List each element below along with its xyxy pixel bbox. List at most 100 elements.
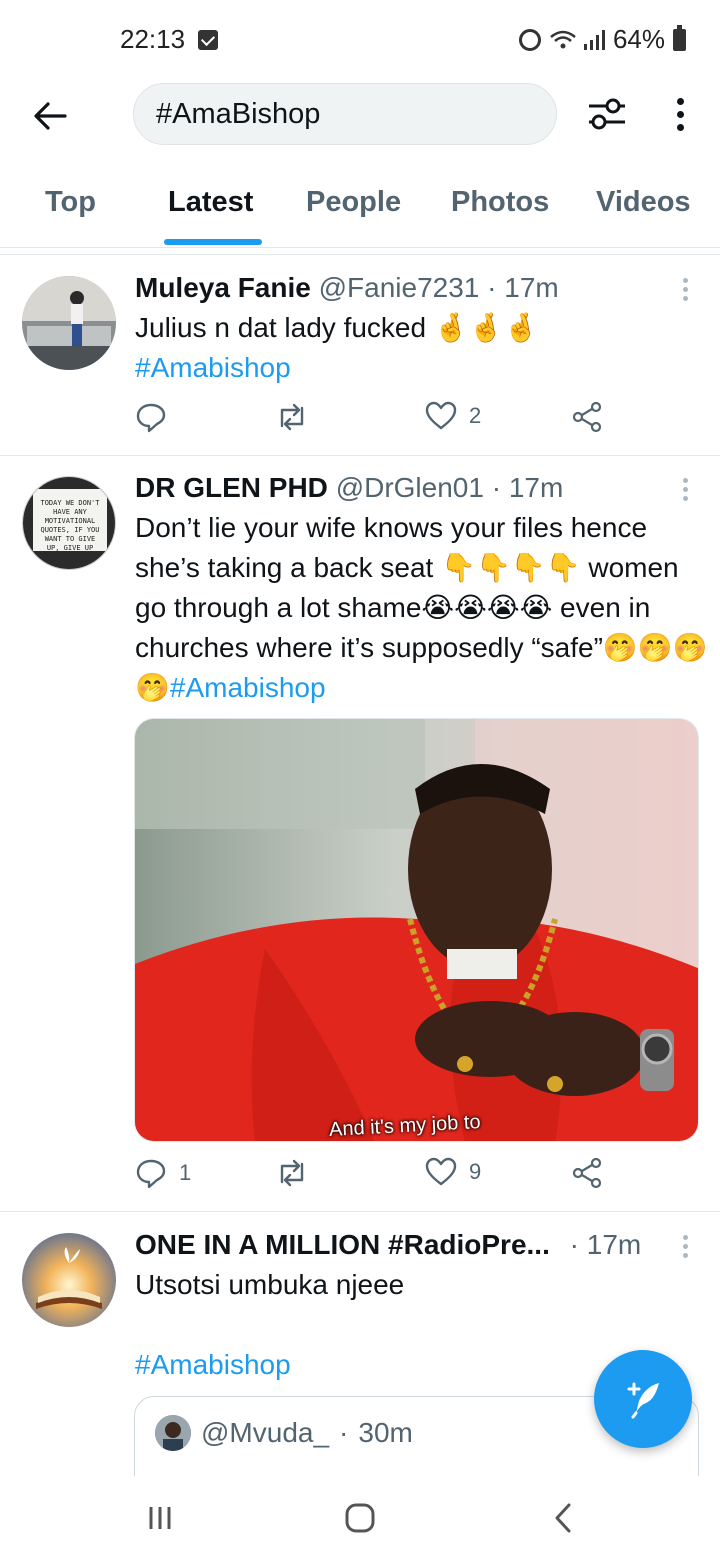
- avatar[interactable]: TODAY WE DON'T HAVE ANY MOTIVATIONAL QUO…: [22, 476, 116, 570]
- tweet-time: 17m: [508, 472, 564, 503]
- chevron-left-icon: [555, 1503, 571, 1533]
- reply-button[interactable]: [135, 401, 179, 433]
- divider: [0, 254, 720, 255]
- hashtag-link[interactable]: #Amabishop: [170, 672, 326, 703]
- status-bar: 22:13 64%: [0, 0, 720, 80]
- search-filter-button[interactable]: [583, 92, 631, 136]
- separator: ·: [491, 472, 502, 503]
- tweet-author-handle[interactable]: @DrGlen01: [336, 472, 484, 503]
- share-button[interactable]: [571, 1157, 603, 1189]
- more-vertical-icon: [683, 478, 688, 483]
- back-arrow-icon: [34, 102, 67, 130]
- tab-photos[interactable]: Photos: [451, 186, 549, 219]
- more-dot: [676, 110, 684, 118]
- compose-tweet-button[interactable]: [594, 1350, 692, 1448]
- tweet-author-name[interactable]: Muleya Fanie: [135, 272, 311, 303]
- tweet-header: DR GLEN PHD @DrGlen01 · 17m: [135, 472, 563, 504]
- like-button[interactable]: 9: [425, 1157, 481, 1187]
- tab-latest[interactable]: Latest: [168, 186, 253, 219]
- more-dot: [683, 287, 688, 292]
- home-icon: [345, 1503, 375, 1533]
- recent-apps-icon: [149, 1507, 171, 1529]
- hashtag-link[interactable]: #Amabishop: [135, 348, 705, 388]
- retweet-icon: [280, 1159, 304, 1187]
- like-count: 9: [469, 1159, 482, 1184]
- share-icon: [572, 1157, 602, 1189]
- more-vertical-icon: [683, 278, 688, 283]
- avatar[interactable]: [22, 276, 116, 370]
- reply-icon: [136, 1159, 166, 1189]
- more-options-button[interactable]: [660, 92, 700, 136]
- tweet-text-line: Utsotsi umbuka njeee: [135, 1269, 405, 1300]
- tweet-header: ONE IN A MILLION #RadioPre... · 17m: [135, 1229, 641, 1261]
- tweet-actions: 1 9: [135, 1157, 615, 1197]
- tab-top[interactable]: Top: [45, 186, 96, 219]
- tweet-more-button[interactable]: [683, 278, 688, 301]
- tweet-time: 17m: [586, 1229, 642, 1260]
- more-dot: [683, 296, 688, 301]
- heart-icon: [425, 401, 457, 430]
- reply-icon: [136, 403, 166, 433]
- quoted-author-handle: @Mvuda_: [201, 1417, 330, 1448]
- like-count: 2: [469, 403, 482, 428]
- more-dot: [683, 1244, 688, 1249]
- heart-icon: [425, 1157, 457, 1186]
- separator: ·: [339, 1417, 349, 1448]
- share-icon: [572, 401, 602, 433]
- tweet-actions: 2: [135, 401, 615, 441]
- alarm-icon: [518, 28, 541, 51]
- tweet-text-line: Julius n dat lady fucked 🤞🤞🤞: [135, 312, 539, 343]
- filter-sliders-icon: [589, 98, 625, 130]
- retweet-button[interactable]: [275, 401, 309, 433]
- status-icons: 64%: [518, 24, 686, 55]
- tweet-media-image[interactable]: And it's my job to: [134, 718, 699, 1142]
- tweet-header: Muleya Fanie @Fanie7231 · 17m: [135, 272, 559, 304]
- retweet-icon: [280, 403, 304, 431]
- active-tab-indicator: [164, 239, 262, 245]
- share-button[interactable]: [571, 401, 603, 433]
- more-dot: [683, 1253, 688, 1258]
- tab-people[interactable]: People: [306, 186, 401, 219]
- search-input[interactable]: #AmaBishop: [133, 83, 557, 145]
- compose-feather-icon: [627, 1382, 659, 1419]
- back-button[interactable]: [28, 94, 72, 138]
- search-tabs: Top Latest People Photos Videos: [0, 170, 720, 248]
- battery-percent: 64%: [612, 24, 665, 54]
- avatar-quote-text: TODAY WE DON'T HAVE ANY MOTIVATIONAL QUO…: [40, 499, 100, 552]
- separator: ·: [569, 1229, 579, 1260]
- battery-icon: [673, 24, 686, 51]
- signal-icon: [583, 29, 605, 51]
- recent-apps-button[interactable]: [140, 1498, 180, 1538]
- tweet[interactable]: Muleya Fanie @Fanie7231 · 17m Julius n d…: [0, 256, 720, 456]
- more-vertical-icon: [676, 97, 684, 105]
- separator: ·: [487, 272, 497, 303]
- reply-count: 1: [179, 1160, 192, 1185]
- check-notification-icon: [198, 30, 218, 50]
- avatar[interactable]: [22, 1233, 116, 1327]
- search-query: #AmaBishop: [156, 97, 321, 130]
- more-vertical-icon: [683, 1235, 688, 1240]
- tweet-more-button[interactable]: [683, 478, 688, 501]
- more-dot: [683, 487, 688, 492]
- home-button[interactable]: [340, 1498, 380, 1538]
- more-dot: [683, 496, 688, 501]
- tweet-author-name[interactable]: DR GLEN PHD: [135, 472, 328, 503]
- tweet-more-button[interactable]: [683, 1235, 688, 1258]
- reply-button[interactable]: 1: [135, 1157, 191, 1189]
- avatar: [155, 1415, 191, 1451]
- quoted-tweet-time: 30m: [358, 1417, 413, 1448]
- tab-videos[interactable]: Videos: [596, 186, 691, 219]
- retweet-button[interactable]: [275, 1157, 309, 1189]
- tweet-text: Julius n dat lady fucked 🤞🤞🤞 #Amabishop: [135, 308, 705, 388]
- back-nav-button[interactable]: [543, 1498, 583, 1538]
- system-navigation-bar: [0, 1476, 720, 1560]
- more-dot: [676, 123, 684, 131]
- like-button[interactable]: 2: [425, 401, 481, 431]
- tweet-text: Don’t lie your wife knows your files hen…: [135, 508, 709, 708]
- tweet-author-handle[interactable]: @Fanie7231: [319, 272, 480, 303]
- quoted-tweet-header: @Mvuda_ · 30m: [155, 1415, 413, 1451]
- tweet-author-name[interactable]: ONE IN A MILLION #RadioPre...: [135, 1229, 550, 1260]
- status-time: 22:13: [120, 24, 186, 54]
- wifi-icon: [549, 29, 576, 51]
